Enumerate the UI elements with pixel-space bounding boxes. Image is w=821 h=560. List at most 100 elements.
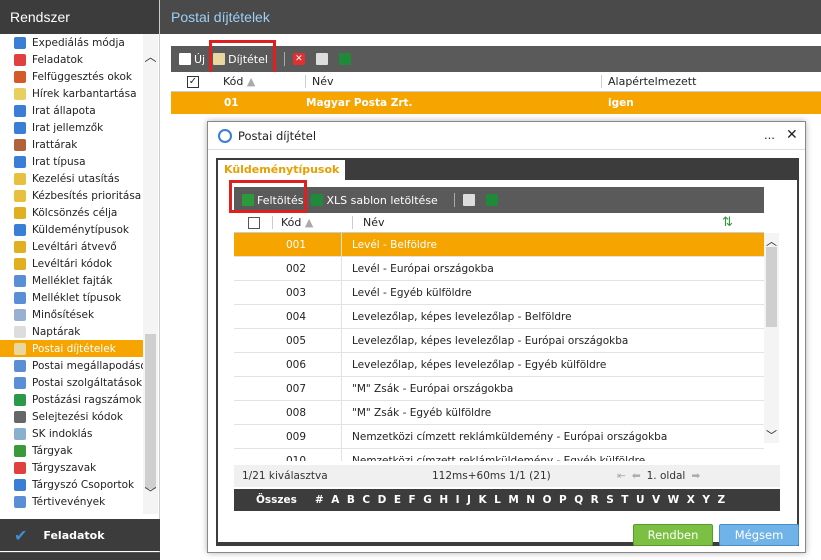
sidebar-item[interactable]: Tárgyak — [0, 442, 144, 459]
filter-letter[interactable]: D — [378, 494, 387, 506]
filter-letter[interactable]: E — [394, 494, 401, 506]
scroll-down-icon[interactable]: ﹀ — [764, 427, 779, 443]
list-item[interactable]: 007 "M" Zsák - Európai országokba — [234, 377, 764, 401]
table-row[interactable]: 01 Magyar Posta Zrt. igen — [171, 92, 821, 114]
filter-letter[interactable]: W — [668, 494, 680, 506]
tab-mail-types[interactable]: Küldeménytípusok — [218, 160, 346, 180]
sidebar-item[interactable]: Postázási ragszámok — [0, 391, 144, 408]
xls-template-button[interactable]: XLS sablon letöltése — [311, 194, 438, 207]
filter-letter[interactable]: N — [526, 494, 535, 506]
filter-letter[interactable]: F — [409, 494, 416, 506]
column-code[interactable]: Kód ▲ — [272, 216, 352, 229]
sidebar-item[interactable]: SK indoklás — [0, 425, 144, 442]
sidebar-item[interactable]: Hírek karbantartása — [0, 85, 144, 102]
prev-page-icon[interactable]: ⬅ — [632, 470, 641, 482]
sidebar-item[interactable]: Postai díjtételek — [0, 340, 144, 357]
sidebar-item[interactable]: Feladatok — [0, 51, 144, 68]
excel-export-button[interactable] — [485, 194, 501, 206]
sidebar-item[interactable]: Melléklet típusok — [0, 289, 144, 306]
list-item[interactable]: 003 Levél - Egyéb külföldre — [234, 281, 764, 305]
scroll-thumb[interactable] — [145, 334, 156, 489]
filter-letter[interactable]: X — [687, 494, 695, 506]
print-button[interactable] — [315, 53, 331, 65]
filter-letter[interactable]: G — [423, 494, 432, 506]
sidebar-item[interactable]: Melléklet fajták — [0, 272, 144, 289]
sidebar-item[interactable]: Kezelési utasítás — [0, 170, 144, 187]
excel-icon — [338, 53, 351, 65]
filter-letter[interactable]: T — [621, 494, 628, 506]
sidebar-item[interactable]: Felfüggesztés okok — [0, 68, 144, 85]
filter-letter[interactable]: Y — [702, 494, 710, 506]
sidebar-item[interactable]: Levéltári átvevő — [0, 238, 144, 255]
filter-letter[interactable]: Z — [717, 494, 725, 506]
column-default[interactable]: Alapértelmezett — [601, 75, 696, 88]
sidebar-footer-tasks[interactable]: ✔ Feladatok — [0, 519, 160, 551]
column-code[interactable]: Kód ▲ — [223, 75, 305, 88]
filter-letter[interactable]: K — [478, 494, 486, 506]
sidebar-item[interactable]: Irat állapota — [0, 102, 144, 119]
list-item[interactable]: 006 Levelezőlap, képes levelezőlap - Egyé… — [234, 353, 764, 377]
filter-letter[interactable]: I — [456, 494, 460, 506]
filter-letter[interactable]: L — [494, 494, 501, 506]
new-button[interactable]: Új — [179, 53, 205, 66]
filter-letter[interactable]: R — [591, 494, 599, 506]
first-page-icon[interactable]: ⇤ — [617, 470, 626, 482]
delete-button[interactable]: ✕ — [292, 53, 308, 65]
sidebar-item[interactable]: Tárgyszó Csoportok — [0, 476, 144, 493]
sidebar-scrollbar[interactable]: ︿ ﹀ — [143, 34, 158, 514]
sidebar-item[interactable]: Tárgyszavak — [0, 459, 144, 476]
sidebar-item[interactable]: Postai megállapodások — [0, 357, 144, 374]
filter-letter[interactable]: C — [362, 494, 370, 506]
sidebar-item[interactable]: Naptárak — [0, 323, 144, 340]
sidebar-item[interactable]: Küldeménytípusok — [0, 221, 144, 238]
list-item[interactable]: 008 "M" Zsák - Egyéb külföldre — [234, 401, 764, 425]
refresh-icon[interactable]: ⇅ — [722, 215, 733, 230]
list-item[interactable]: 009 Nemzetközi címzett reklámküldemény - … — [234, 425, 764, 449]
filter-letter[interactable]: U — [636, 494, 645, 506]
sidebar-item[interactable]: Kölcsönzés célja — [0, 204, 144, 221]
sidebar-item[interactable]: Kézbesítés prioritása — [0, 187, 144, 204]
scroll-up-icon[interactable]: ︿ — [143, 48, 158, 65]
list-item[interactable]: 010 Nemzetközi címzett reklámküldemény - … — [234, 449, 764, 461]
excel-export-button[interactable] — [338, 53, 354, 65]
filter-letter[interactable]: B — [347, 494, 355, 506]
filter-letter[interactable]: Q — [574, 494, 583, 506]
filter-letter[interactable]: # — [315, 494, 324, 506]
scroll-down-icon[interactable]: ﹀ — [143, 484, 158, 501]
list-item[interactable]: 005 Levelezőlap, képes levelezőlap - Euró… — [234, 329, 764, 353]
sidebar-item[interactable]: Irattárak — [0, 136, 144, 153]
select-all-checkbox[interactable]: ✓ — [187, 75, 199, 88]
list-item[interactable]: 002 Levél - Európai országokba — [234, 257, 764, 281]
sidebar-item[interactable]: Irat típusa — [0, 153, 144, 170]
filter-letter[interactable]: H — [439, 494, 448, 506]
sidebar-item-label: Expediálás módja — [32, 36, 125, 49]
sidebar-item[interactable]: Postai szolgáltatások — [0, 374, 144, 391]
select-all-checkbox[interactable] — [248, 216, 260, 229]
close-icon[interactable]: ✕ — [786, 127, 798, 143]
sidebar-item[interactable]: Levéltári kódok — [0, 255, 144, 272]
list-item[interactable]: 001 Levél - Belföldre — [234, 233, 764, 257]
sidebar-item[interactable]: Irat jellemzők — [0, 119, 144, 136]
sidebar-item[interactable]: Tértivevények — [0, 493, 144, 510]
filter-letter[interactable]: A — [331, 494, 339, 506]
more-icon[interactable]: ... — [764, 128, 775, 142]
next-page-icon[interactable]: ➡ — [691, 470, 700, 482]
list-scrollbar[interactable]: ︿ ﹀ — [764, 233, 779, 443]
ok-button[interactable]: Rendben — [633, 524, 713, 546]
column-name[interactable]: Név — [305, 75, 601, 88]
filter-letter[interactable]: S — [606, 494, 614, 506]
filter-letter[interactable]: P — [559, 494, 567, 506]
filter-letter[interactable]: J — [467, 494, 471, 506]
scroll-thumb[interactable] — [766, 247, 777, 327]
filter-letter[interactable]: M — [508, 494, 518, 506]
sidebar-item[interactable]: Selejtezési kódok — [0, 408, 144, 425]
list-item[interactable]: 004 Levelezőlap, képes levelezőlap - Belf… — [234, 305, 764, 329]
column-name[interactable]: Név — [352, 216, 722, 229]
filter-all[interactable]: Összes — [256, 494, 297, 506]
filter-letter[interactable]: O — [543, 494, 552, 506]
filter-letter[interactable]: V — [652, 494, 660, 506]
sidebar-item[interactable]: Expediálás módja — [0, 34, 144, 51]
print-button[interactable] — [462, 194, 478, 206]
sidebar-item[interactable]: Minősítések — [0, 306, 144, 323]
cancel-button[interactable]: Mégsem — [719, 524, 799, 546]
